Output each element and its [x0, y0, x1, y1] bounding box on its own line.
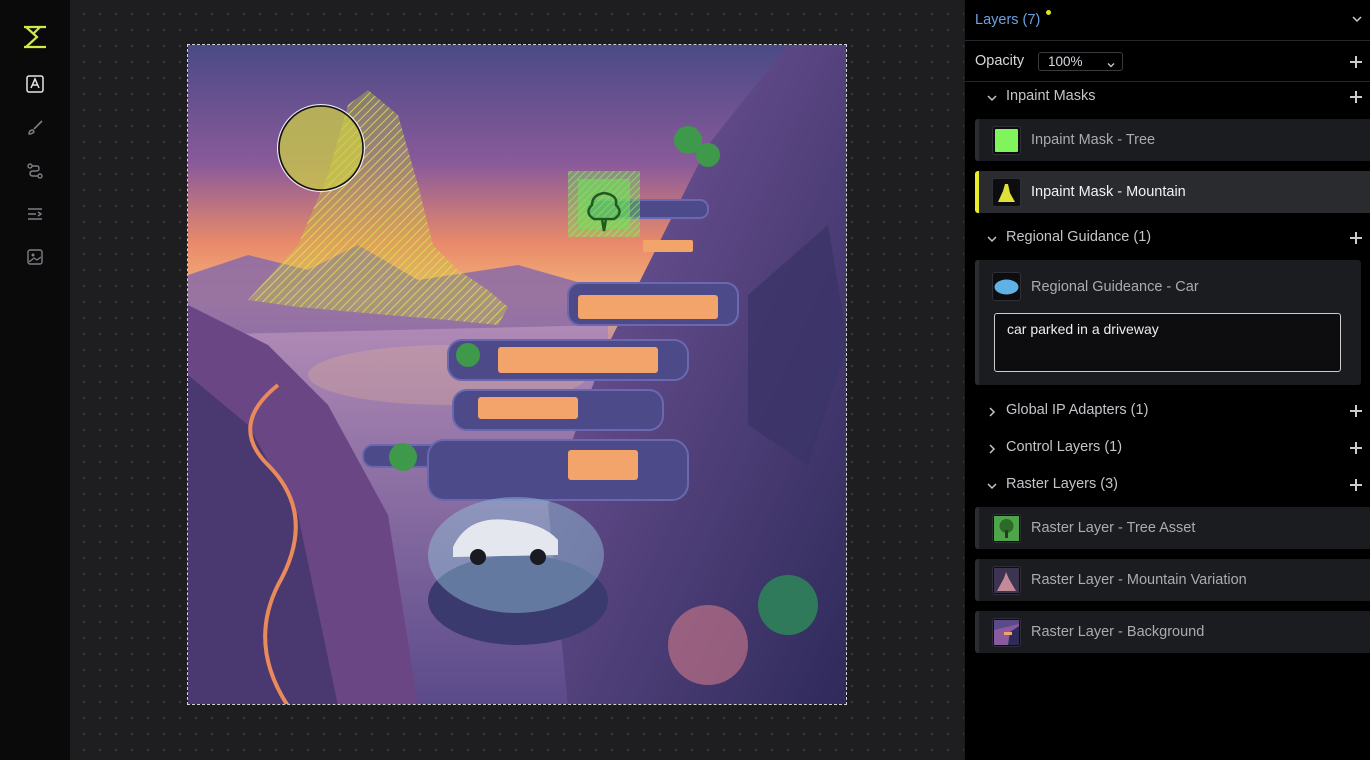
add-layer-button[interactable] [1349, 55, 1363, 69]
group-title: Global IP Adapters (1) [1006, 402, 1149, 418]
add-inpaint-mask-button[interactable] [1349, 90, 1363, 104]
image-icon[interactable] [22, 244, 48, 270]
layers-header[interactable]: Layers (7) [965, 0, 1370, 41]
add-control-layer-button[interactable] [1349, 441, 1363, 455]
layer-name: Raster Layer - Tree Asset [1031, 520, 1196, 536]
chevron-right-icon[interactable] [986, 442, 998, 460]
group-title: Control Layers (1) [1006, 439, 1123, 455]
group-regional-guidance[interactable]: Regional Guidance (1) [965, 223, 1370, 253]
canvas-bounding-box[interactable] [187, 44, 847, 705]
opacity-label: Opacity [975, 53, 1025, 69]
chevron-down-icon[interactable] [986, 479, 998, 497]
layers-title[interactable]: Layers (7) [975, 12, 1040, 28]
list-icon[interactable] [22, 201, 48, 227]
group-title: Inpaint Masks [1006, 88, 1096, 104]
layer-name: Inpaint Mask - Tree [1031, 132, 1156, 148]
blue-ellipse-thumbnail-icon [992, 272, 1021, 301]
canvas-image [188, 45, 846, 704]
group-title: Regional Guidance (1) [1006, 229, 1152, 245]
layer-raster-tree-asset[interactable]: Raster Layer - Tree Asset [975, 507, 1370, 549]
background-thumbnail-icon [992, 618, 1021, 647]
unsaved-indicator [1046, 10, 1051, 15]
canvas-area[interactable] [70, 0, 964, 760]
layer-regional-guidance-car[interactable]: Regional Guideance - Car car parked in a… [975, 260, 1361, 385]
chevron-down-icon[interactable] [986, 232, 998, 250]
opacity-select[interactable]: 100% [1038, 52, 1123, 71]
chevron-down-icon[interactable] [1351, 12, 1363, 30]
add-raster-layer-button[interactable] [1349, 478, 1363, 492]
group-inpaint-masks[interactable]: Inpaint Masks [965, 82, 1370, 112]
add-regional-guidance-button[interactable] [1349, 231, 1363, 245]
group-title: Raster Layers (3) [1006, 476, 1119, 492]
add-ip-adapter-button[interactable] [1349, 404, 1363, 418]
regional-prompt-textarea[interactable]: car parked in a driveway [994, 313, 1341, 372]
layers-panel: Layers (7) Opacity 100% Inpaint Masks In… [964, 0, 1370, 760]
group-global-ip-adapters[interactable]: Global IP Adapters (1) [965, 396, 1370, 426]
text-tool-icon[interactable] [22, 71, 48, 97]
green-mask-thumbnail-icon [992, 126, 1021, 155]
left-toolbar [0, 0, 70, 760]
invoke-logo-icon[interactable] [22, 24, 48, 50]
group-raster-layers[interactable]: Raster Layers (3) [965, 470, 1370, 500]
opacity-value: 100% [1048, 54, 1083, 69]
layer-name: Raster Layer - Background [1031, 624, 1205, 640]
tree-thumbnail-icon [992, 514, 1021, 543]
layer-name: Regional Guideance - Car [1031, 279, 1199, 295]
chevron-down-icon [1106, 57, 1116, 75]
group-control-layers[interactable]: Control Layers (1) [965, 433, 1370, 463]
chevron-down-icon[interactable] [986, 91, 998, 109]
layer-name: Raster Layer - Mountain Variation [1031, 572, 1247, 588]
layer-inpaint-mask-mountain[interactable]: Inpaint Mask - Mountain [975, 171, 1370, 213]
brush-icon[interactable] [22, 115, 48, 141]
opacity-row: Opacity 100% [965, 41, 1370, 82]
layer-raster-mountain-variation[interactable]: Raster Layer - Mountain Variation [975, 559, 1370, 601]
layer-raster-background[interactable]: Raster Layer - Background [975, 611, 1370, 653]
nodes-icon[interactable] [22, 158, 48, 184]
mountain-mask-thumbnail-icon [992, 178, 1021, 207]
layer-inpaint-mask-tree[interactable]: Inpaint Mask - Tree [975, 119, 1370, 161]
mountain-thumbnail-icon [992, 566, 1021, 595]
chevron-right-icon[interactable] [986, 405, 998, 423]
layer-name: Inpaint Mask - Mountain [1031, 184, 1186, 200]
